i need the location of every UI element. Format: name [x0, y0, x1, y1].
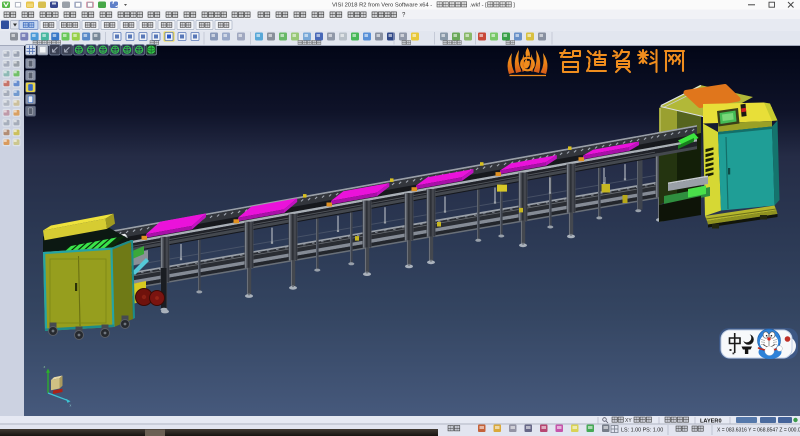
svg-text:VISI 2018 R2 from Vero Softwar: VISI 2018 R2 from Vero Software x64 - — [332, 3, 432, 9]
svg-text:LAYER0: LAYER0 — [700, 418, 722, 424]
svg-text:x: x — [70, 404, 72, 408]
svg-text:XY: XY — [625, 418, 632, 424]
svg-text:.wkf - [: .wkf - [ — [470, 3, 487, 9]
svg-text:LS: 1.00 PS: 1.00: LS: 1.00 PS: 1.00 — [621, 428, 663, 434]
svg-text:X = 083.6316 Y = 068.8547 Z =: X = 083.6316 Y = 068.8547 Z = 000.0000 — [717, 428, 800, 434]
svg-text:z: z — [44, 365, 46, 369]
